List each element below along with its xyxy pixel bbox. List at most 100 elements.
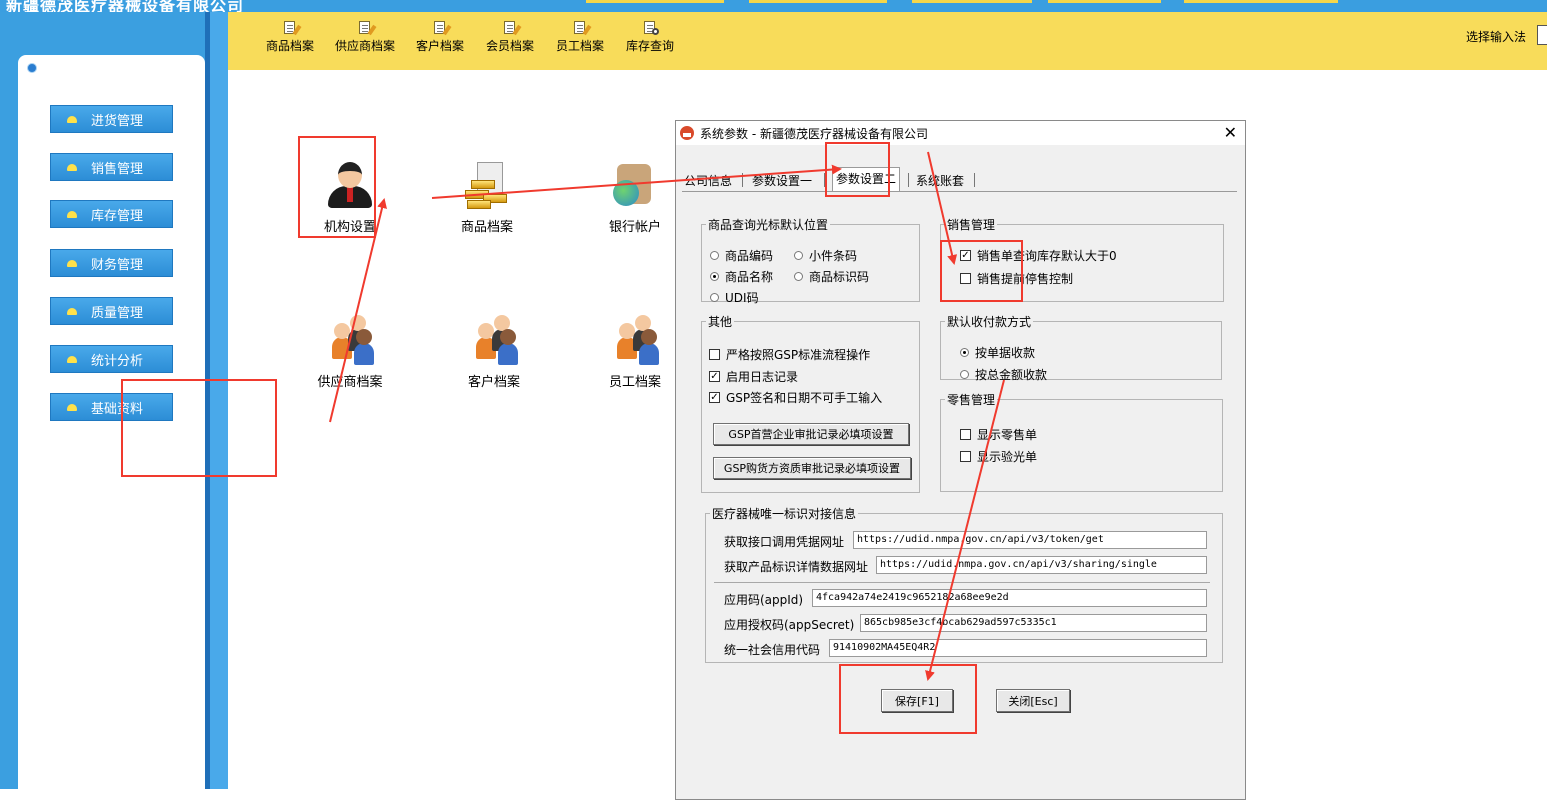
toolbar-supplier-archive[interactable]: 供应商档案 [335,20,395,54]
gsp-first-enterprise-settings-button[interactable]: GSP首营企业审批记录必填项设置 [713,423,909,445]
gsp-buyer-qualification-settings-button[interactable]: GSP购货方资质审批记录必填项设置 [713,457,911,479]
window-title-fragment: 新疆德茂医疗器械设备有限公司 [6,0,245,12]
radio-product-name[interactable]: 商品名称 [710,268,773,285]
radio-icon [710,251,719,260]
tab-baseline [682,191,1237,192]
dialog-titlebar[interactable]: 系统参数 - 新疆德茂医疗器械设备有限公司 ✕ [676,121,1245,145]
doc-edit-icon [503,20,522,36]
tab-separator [908,173,909,187]
radio-icon [710,293,719,302]
field-label: 获取接口调用凭据网址 [724,535,845,549]
check-strict-gsp[interactable]: 严格按照GSP标准流程操作 [709,346,870,363]
close-button[interactable]: 关闭[Esc] [996,689,1070,712]
udi-integration-group: 医疗器械唯一标识对接信息 获取接口调用凭据网址 https://udid.nmp… [705,505,1223,663]
radio-icon [960,370,969,379]
field-label: 统一社会信用代码 [724,643,821,657]
radio-udi-code[interactable]: UDI码 [710,289,759,306]
radio-collect-by-bill[interactable]: 按单据收款 [960,344,1035,361]
checkbox-checked-icon: ✓ [709,392,720,403]
radio-collect-by-total[interactable]: 按总金额收款 [960,366,1047,383]
desktop-supplier-archive[interactable]: 供应商档案 [300,315,400,390]
app-secret-input[interactable]: 865cb985e3cf4bcab629ad597c5335c1 [860,614,1207,632]
product-detail-url-input[interactable]: https://udid.nmpa.gov.cn/api/v3/sharing/… [876,556,1207,574]
desktop-icon-label: 员工档案 [608,375,661,390]
tab-separator [742,173,743,187]
top-strip: 新疆德茂医疗器械设备有限公司 [0,0,1547,12]
desktop-customer-archive[interactable]: 客户档案 [444,315,544,390]
option-label: 小件条码 [809,249,858,263]
app-id-input[interactable]: 4fca942a74e2419c9652182a68ee9e2d [812,589,1207,607]
group-legend: 销售管理 [947,218,996,232]
top-tab-strip[interactable] [1048,0,1161,3]
tab-params-1[interactable]: 参数设置一 [752,169,812,191]
nav-sales-management[interactable]: 销售管理 [50,153,173,181]
toolbar-label: 会员档案 [486,39,535,53]
nav-inventory-management[interactable]: 库存管理 [50,200,173,228]
nav-label: 库存管理 [91,208,144,224]
token-url-input[interactable]: https://udid.nmpa.gov.cn/api/v3/token/ge… [853,531,1207,549]
group-icon [468,315,520,365]
toolbar-label: 库存查询 [626,39,675,53]
toolbar-product-archive[interactable]: 商品档案 [266,20,314,54]
radio-icon [960,348,969,357]
nav-quality-management[interactable]: 质量管理 [50,297,173,325]
toolbar: 商品档案 供应商档案 客户档案 会员档案 员工档案 库存查询 [228,12,1547,70]
checkbox-icon [709,349,720,360]
option-label: 按单据收款 [975,346,1036,360]
toolbar-inventory-query[interactable]: 库存查询 [626,20,674,54]
radio-small-barcode[interactable]: 小件条码 [794,247,857,264]
desktop-product-archive[interactable]: 商品档案 [437,160,537,235]
group-legend: 其他 [708,315,733,329]
group-icon [324,315,376,365]
credit-code-input[interactable]: 91410902MA45EQ4R2 [829,639,1207,657]
desktop-icon-label: 供应商档案 [317,375,383,390]
nav-statistics[interactable]: 统计分析 [50,345,173,373]
top-tab-strip[interactable] [749,0,887,3]
nav-label: 销售管理 [91,161,144,177]
toolbar-label: 客户档案 [416,39,465,53]
bank-icon [609,160,661,210]
radio-product-code[interactable]: 商品编码 [710,247,773,264]
check-gsp-sign-date[interactable]: ✓ GSP签名和日期不可手工输入 [709,389,882,406]
desktop-icon-label: 商品档案 [460,220,513,235]
field-label: 应用码(appId) [724,593,804,607]
top-tab-strip[interactable] [586,0,724,3]
input-method-select[interactable] [1537,25,1547,45]
desktop-employee-archive[interactable]: 员工档案 [585,315,685,390]
field-divider [714,582,1210,583]
tab-account-set[interactable]: 系统账套 [916,169,964,191]
group-legend: 默认收付款方式 [947,315,1032,329]
nav-label: 统计分析 [91,353,144,369]
checkbox-icon [960,451,971,462]
close-icon[interactable]: ✕ [1224,123,1237,142]
check-show-retail-bill[interactable]: 显示零售单 [960,426,1037,443]
option-label: 商品名称 [725,270,774,284]
retail-management-group: 零售管理 显示零售单 显示验光单 [940,391,1223,492]
toolbar-customer-archive[interactable]: 客户档案 [416,20,464,54]
other-settings-group: 其他 严格按照GSP标准流程操作 ✓ 启用日志记录 ✓ GSP签名和日期不可手工输入… [701,313,920,493]
gold-bars-icon [461,160,513,210]
doc-search-icon [643,20,659,35]
toolbar-member-archive[interactable]: 会员档案 [486,20,534,54]
group-legend: 商品查询光标默认位置 [708,218,829,232]
nav-label: 财务管理 [91,257,144,273]
toolbar-label: 商品档案 [266,39,315,53]
check-enable-log[interactable]: ✓ 启用日志记录 [709,368,798,385]
group-icon [609,315,661,365]
option-label: 显示验光单 [977,450,1038,464]
nav-purchase-management[interactable]: 进货管理 [50,105,173,133]
top-tab-strip[interactable] [1184,0,1338,3]
toolbar-employee-archive[interactable]: 员工档案 [556,20,604,54]
option-label: 启用日志记录 [726,370,799,384]
check-show-optometry-bill[interactable]: 显示验光单 [960,448,1037,465]
top-tab-strip[interactable] [912,0,1032,3]
radio-product-id-code[interactable]: 商品标识码 [794,268,869,285]
doc-edit-icon [358,20,377,36]
bullet-icon [67,355,77,363]
annotation-box-early-stop [940,240,1023,302]
tab-company-info[interactable]: 公司信息 [684,169,732,191]
bullet-icon [67,259,77,267]
nav-finance-management[interactable]: 财务管理 [50,249,173,277]
option-label: 商品标识码 [809,270,870,284]
desktop-bank-account[interactable]: 银行帐户 [585,160,685,235]
